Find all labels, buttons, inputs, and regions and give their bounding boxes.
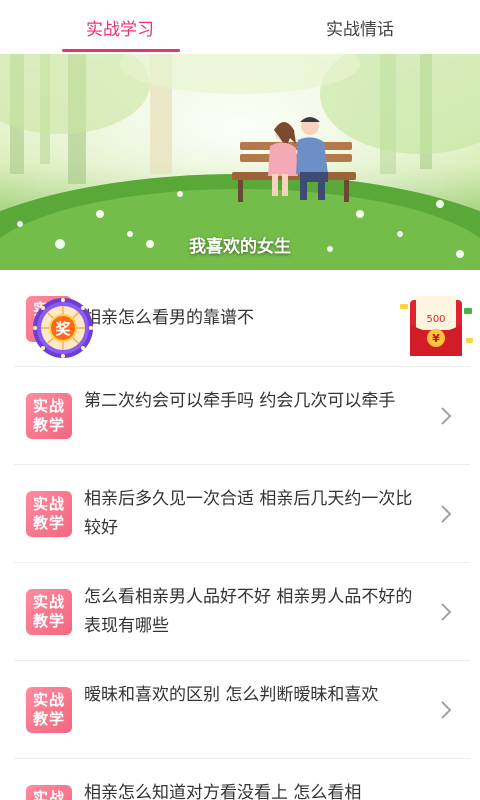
banner-title: 我喜欢的女生 xyxy=(189,237,291,257)
list-item[interactable]: 实战 教学 第二次约会可以牵手吗 约会几次可以牵手 xyxy=(14,367,470,465)
badge-practice: 实战教学 xyxy=(26,589,72,635)
svg-text:500: 500 xyxy=(426,314,445,325)
list-item[interactable]: 实战教学 相亲怎么知道对方看没看上 怎么看相 xyxy=(14,759,470,800)
red-packet-icon: ¥ 500 xyxy=(400,296,473,356)
tab-learn[interactable]: 实战学习 xyxy=(0,0,240,54)
list-item[interactable]: 实战 教学 暧昧和喜欢的区别 怎么判断暧昧和喜欢 xyxy=(14,661,470,759)
chevron-right-icon xyxy=(441,701,452,719)
list-item-title: 相亲后多久见一次合适 相亲后几天约一次比较好 xyxy=(84,489,413,538)
tab-chat[interactable]: 实战情话 xyxy=(240,0,480,54)
top-tab-bar: 实战学习 实战情话 xyxy=(0,0,480,54)
list-item-title: 相亲怎么知道对方看没看上 怎么看相 xyxy=(84,783,362,800)
chevron-right-icon xyxy=(441,505,452,523)
list-item-title: 第二次约会可以牵手吗 约会几次可以牵手 xyxy=(84,391,396,411)
list-item[interactable]: 实战 教学 怎么看相亲男人品好不好 相亲男人品不好的表现有哪些 xyxy=(14,563,470,661)
list-item-title: 怎么看相亲男人品好不好 相亲男人品不好的表现有哪些 xyxy=(84,587,413,636)
list-item-title: 相亲怎么看男的靠谱不 xyxy=(84,308,254,328)
badge-practice: 实战教学 xyxy=(26,393,72,439)
badge-practice: 实战教学 xyxy=(26,687,72,733)
badge-practice: 实战教学 xyxy=(26,785,72,800)
list-item[interactable]: 实战 教学 相亲后多久见一次合适 相亲后几天约一次比较好 xyxy=(14,465,470,563)
svg-text:奖: 奖 xyxy=(55,320,71,338)
lucky-wheel-button[interactable]: 奖 xyxy=(32,297,94,359)
list-item-title: 暧昧和喜欢的区别 怎么判断暧昧和喜欢 xyxy=(84,685,379,705)
svg-text:¥: ¥ xyxy=(432,332,440,345)
chevron-right-icon xyxy=(441,407,452,425)
badge-practice: 实战教学 xyxy=(26,491,72,537)
lucky-wheel-icon: 奖 xyxy=(33,298,93,358)
banner[interactable]: 我喜欢的女生 xyxy=(0,54,480,270)
red-packet-button[interactable]: ¥ 500 xyxy=(400,294,474,360)
chevron-right-icon xyxy=(441,603,452,621)
